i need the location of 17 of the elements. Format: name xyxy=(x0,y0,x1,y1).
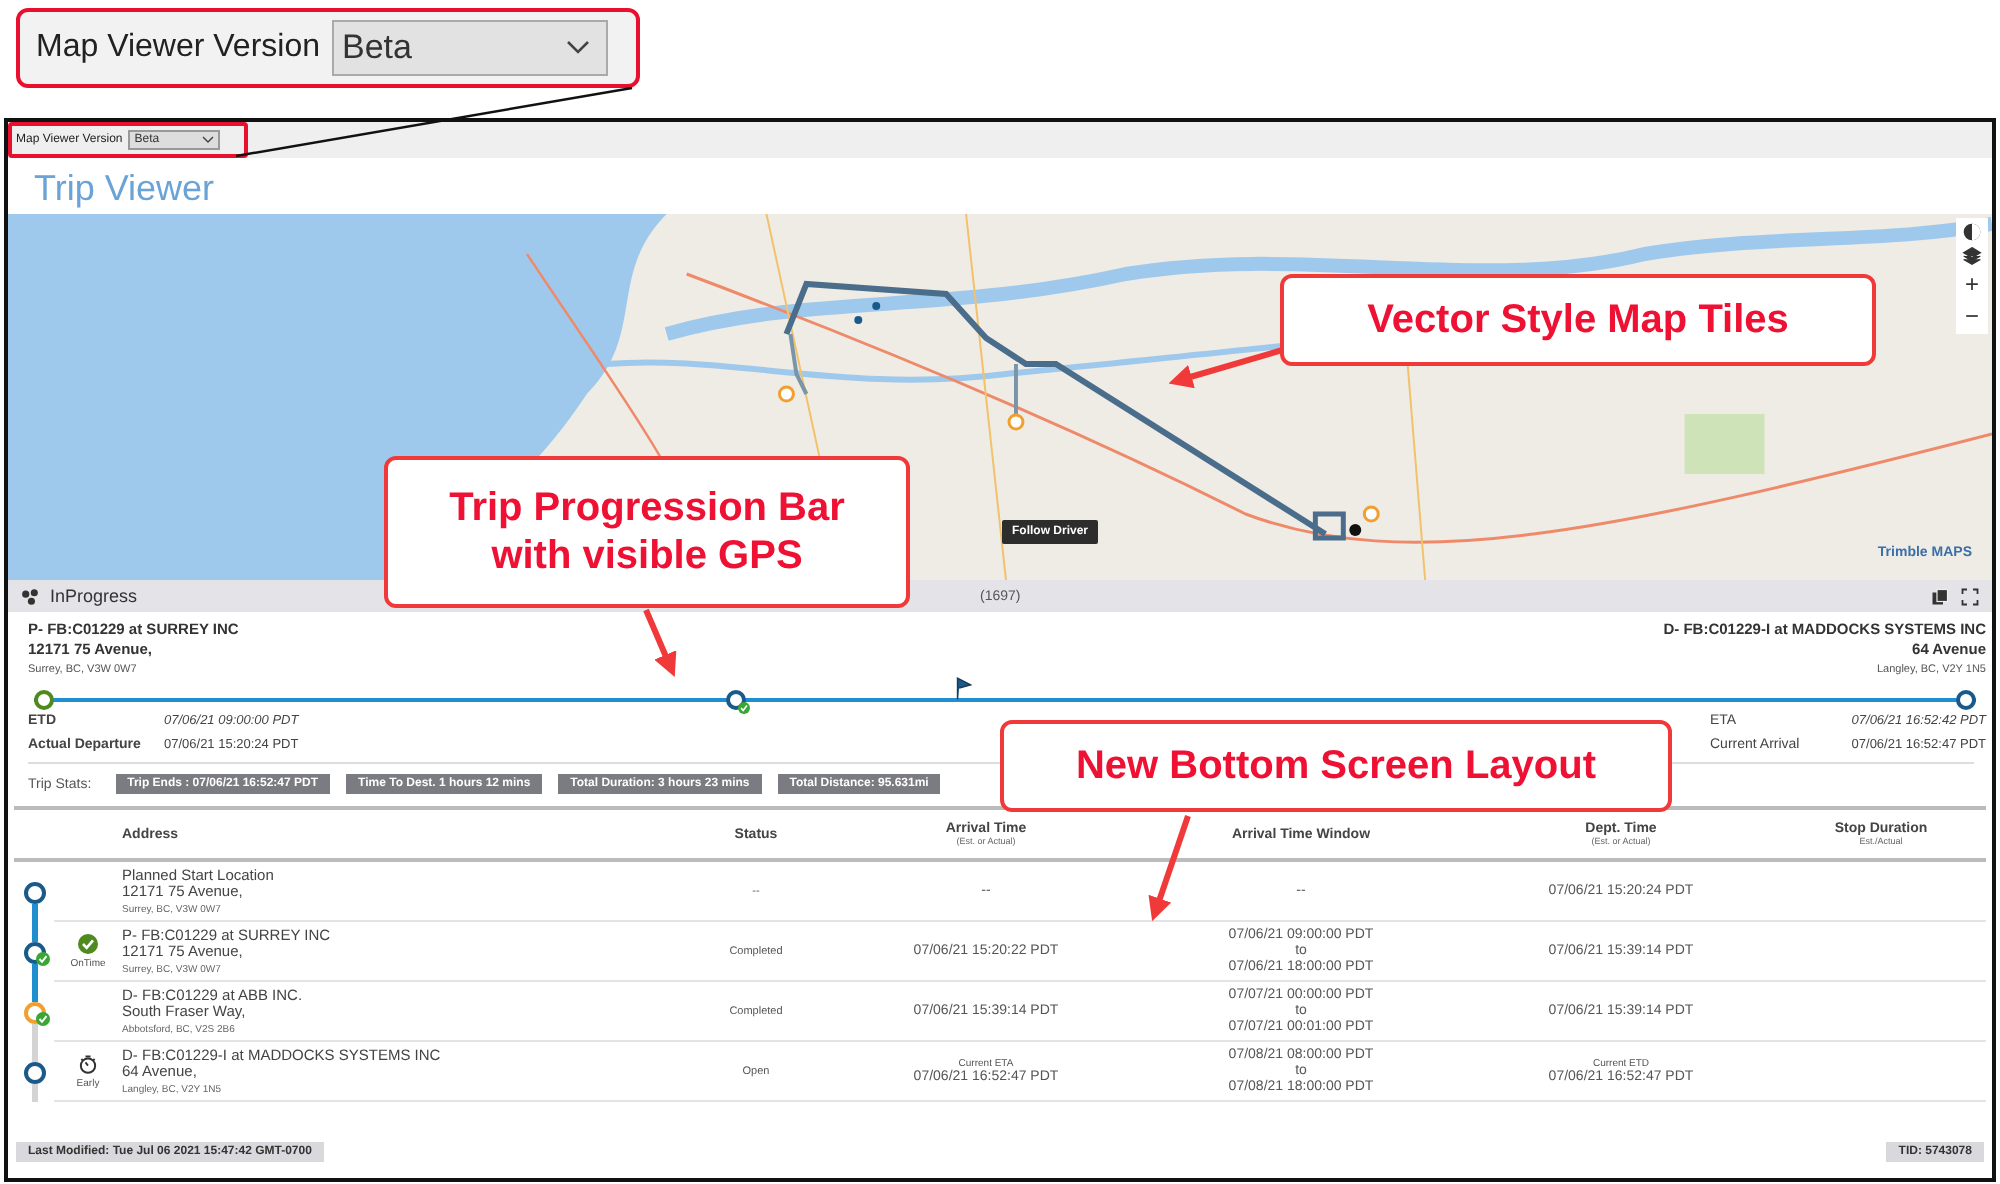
annotation-callout: New Bottom Screen Layout xyxy=(1000,720,1672,812)
fullscreen-icon[interactable] xyxy=(1960,587,1980,605)
annotation-callout: Vector Style Map Tiles xyxy=(1280,274,1876,366)
copy-icon[interactable] xyxy=(1930,587,1950,605)
group-icon xyxy=(20,587,40,605)
annotation-callout: Trip Progression Bar with visible GPS xyxy=(384,456,910,608)
stopwatch-icon xyxy=(78,1053,98,1073)
version-select[interactable]: Beta xyxy=(332,20,608,76)
map-viewer-label: Map Viewer Version xyxy=(36,30,320,66)
caret-icon xyxy=(202,136,215,144)
page-title: Trip Viewer xyxy=(32,166,217,212)
check-circle-icon xyxy=(78,933,98,953)
trip-status: InProgress xyxy=(50,586,140,606)
caret-icon xyxy=(566,40,590,56)
pointer-arrow xyxy=(643,608,677,678)
pointer-arrow xyxy=(1148,815,1191,922)
layers-icon[interactable] xyxy=(1962,246,1982,266)
